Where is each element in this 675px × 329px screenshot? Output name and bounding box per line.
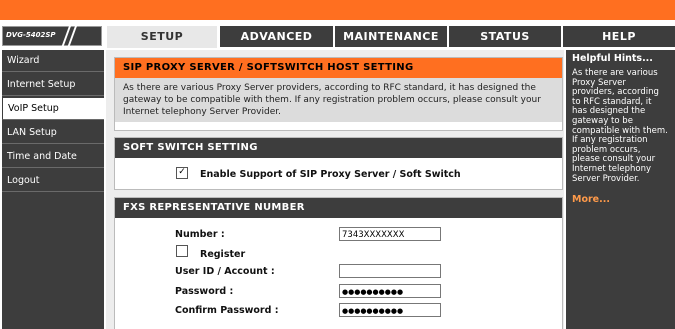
fxs-header: FXS REPRESENTATIVE NUMBER [115,198,562,218]
enable-softswitch-label: Enable Support of SIP Proxy Server / Sof… [200,169,461,180]
confirm-password-input[interactable]: ●●●●●●●●●● [339,303,441,317]
register-label: Register [200,249,246,260]
password-input[interactable]: ●●●●●●●●●● [339,284,441,298]
userid-input[interactable] [339,264,441,278]
page-title: SIP PROXY SERVER / SOFTSWITCH HOST SETTI… [115,58,562,78]
device-logo: DVG-5402SP [2,25,102,49]
sidebar-item-wizard[interactable]: Wizard [2,50,104,72]
sidebar-item-time-and-date[interactable]: Time and Date [2,146,104,168]
hints-body: As there are various Proxy Server provid… [572,68,668,184]
tab-maintenance[interactable]: MAINTENANCE [335,26,447,47]
top-banner [0,0,675,20]
number-label: Number : [175,229,225,240]
password-label: Password : [175,286,234,297]
sidebar-item-internet-setup[interactable]: Internet Setup [2,74,104,96]
fxs-section: FXS REPRESENTATIVE NUMBER Number : 7343X… [114,197,563,329]
tab-status[interactable]: STATUS [449,26,561,47]
tab-advanced[interactable]: ADVANCED [220,26,333,47]
softswitch-header: SOFT SWITCH SETTING [115,138,562,158]
hints-title: Helpful Hints... [572,53,653,64]
helpful-hints-panel: Helpful Hints... As there are various Pr… [566,50,675,329]
sidebar-item-voip-setup[interactable]: VoIP Setup [2,98,104,120]
enable-softswitch-checkbox[interactable]: ✓ [176,167,188,179]
register-checkbox[interactable] [176,245,188,257]
tab-setup[interactable]: SETUP [107,26,217,48]
hints-more-link[interactable]: More... [566,186,675,213]
section-description: As there are various Proxy Server provid… [115,78,562,122]
sidebar-item-logout[interactable]: Logout [2,170,104,192]
userid-label: User ID / Account : [175,266,275,277]
device-model: DVG-5402SP [6,31,56,39]
confirm-password-label: Confirm Password : [175,305,279,316]
sidebar: Wizard Internet Setup VoIP Setup LAN Set… [2,50,104,329]
sidebar-item-lan-setup[interactable]: LAN Setup [2,122,104,144]
tab-help[interactable]: HELP [563,26,675,47]
number-input[interactable]: 7343XXXXXXX [339,227,441,241]
sip-proxy-section: SIP PROXY SERVER / SOFTSWITCH HOST SETTI… [114,57,563,131]
softswitch-section: SOFT SWITCH SETTING ✓ Enable Support of … [114,137,563,190]
